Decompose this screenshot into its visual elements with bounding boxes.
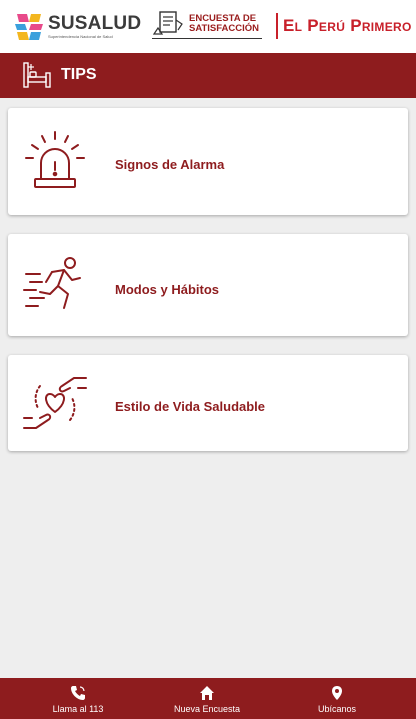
nav-nueva-encuesta[interactable]: Nueva Encuesta [157, 678, 257, 719]
peru-primero-logo: El Perú Primero [276, 13, 416, 39]
survey-clipboard-icon [152, 11, 183, 35]
card-estilo-de-vida-saludable[interactable]: Estilo de Vida Saludable [8, 355, 408, 451]
home-icon [200, 686, 214, 700]
page-header: TIPS [0, 53, 416, 98]
susalud-logo: SUSALUD Superintendencia Nacional de Sal… [13, 10, 141, 42]
card-modos-y-habitos[interactable]: Modos y Hábitos [8, 234, 408, 336]
card-label: Signos de Alarma [115, 157, 225, 172]
location-pin-icon [332, 686, 342, 700]
encuesta-logo: ENCUESTA DE SATISFACCIÓN [152, 10, 264, 42]
card-label: Estilo de Vida Saludable [115, 399, 266, 414]
top-logo-bar: SUSALUD Superintendencia Nacional de Sal… [0, 0, 416, 53]
encuesta-logo-underline [152, 38, 262, 39]
nav-llama-113[interactable]: Llama al 113 [28, 678, 128, 719]
card-signos-de-alarma[interactable]: Signos de Alarma [8, 108, 408, 215]
running-person-icon [23, 257, 81, 309]
bottom-navigation: Llama al 113 Nueva Encuesta Ubícanos [0, 678, 416, 719]
nav-label: Nueva Encuesta [173, 704, 241, 714]
susalud-logo-icon [15, 14, 43, 40]
susalud-logo-name: SUSALUD [48, 13, 142, 34]
hospital-bed-icon [23, 62, 51, 88]
nav-ubicanos[interactable]: Ubícanos [287, 678, 387, 719]
phone-icon [71, 686, 85, 700]
encuesta-logo-line2: SATISFACCIÓN [189, 23, 260, 34]
card-label: Modos y Hábitos [115, 282, 220, 297]
nav-label: Llama al 113 [52, 704, 104, 714]
page-title: TIPS [61, 66, 97, 83]
alarm-siren-icon [25, 131, 85, 188]
hands-heart-icon [23, 377, 87, 429]
susalud-logo-subtitle: Superintendencia Nacional de Salud [48, 34, 113, 39]
nav-label: Ubícanos [317, 704, 357, 714]
